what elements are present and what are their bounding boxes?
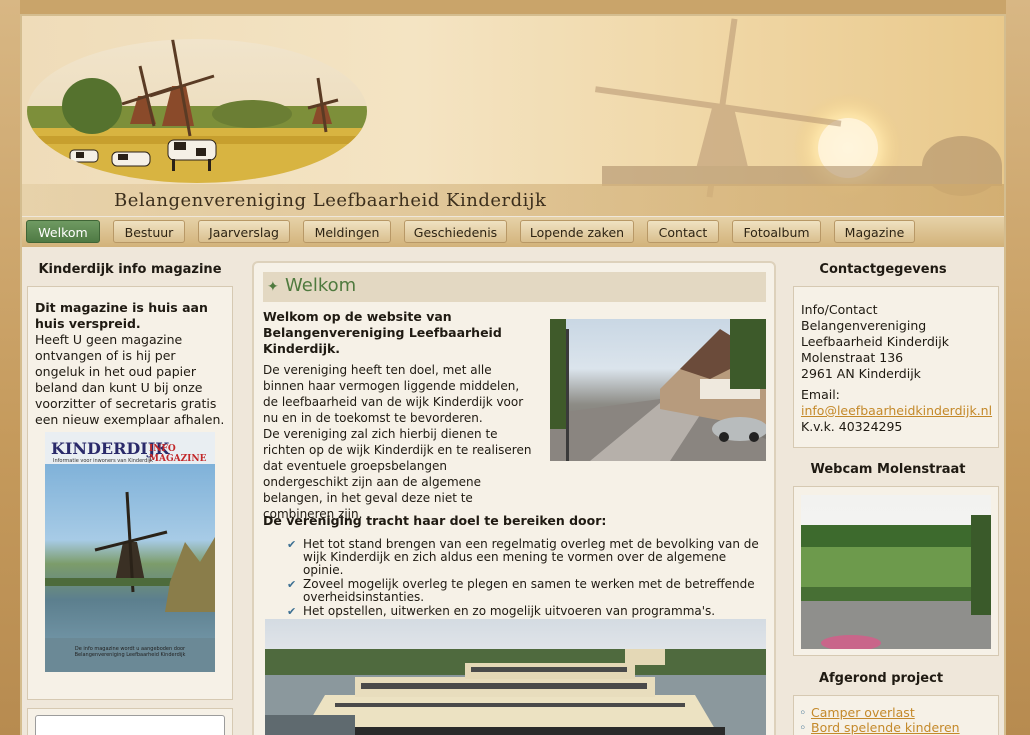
street-photo-graphic [550, 319, 766, 461]
nav-jaarverslag[interactable]: Jaarverslag [198, 220, 290, 243]
project-heading: Afgerond project [818, 671, 944, 686]
street-photo[interactable] [550, 319, 766, 461]
nav-bestuur[interactable]: Bestuur [113, 220, 185, 243]
kvk-number: K.v.k. 40324295 [801, 419, 903, 434]
nav-lopende-zaken[interactable]: Lopende zaken [520, 220, 634, 243]
magazine-text: Heeft U geen magazine ontvangen of is hi… [35, 332, 225, 427]
welcome-intro: Welkom op de website van Belangenverenig… [263, 309, 502, 356]
nav-magazine[interactable]: Magazine [834, 220, 915, 243]
project-link-camper[interactable]: Camper overlast [811, 705, 915, 720]
nav-meldingen[interactable]: Meldingen [303, 220, 391, 243]
contact-line: Leefbaarheid Kinderdijk [801, 334, 949, 349]
email-link[interactable]: info@leefbaarheidkinderdijk.nl [801, 403, 992, 419]
contact-line: Info/Contact [801, 302, 878, 317]
cover-footer: De info magazine wordt u aangeboden door… [74, 646, 186, 658]
nav-geschiedenis[interactable]: Geschiedenis [404, 220, 507, 243]
right-backdrop [1006, 0, 1030, 735]
list-item: ✔ Het tot stand brengen van een regelmati… [287, 537, 759, 577]
magazine-lead: Dit magazine is huis aan huis verspreid. [35, 300, 208, 331]
magazine-box: Dit magazine is huis aan huis verspreid.… [27, 286, 233, 700]
nav-fotoalbum[interactable]: Fotoalbum [732, 220, 821, 243]
main-content: ✦ Welkom Welkom op de website van Belang… [252, 261, 776, 735]
welkom-title-bar: ✦ Welkom [263, 272, 766, 302]
list-item: ✔ Het opstellen, uitwerken en zo mogelijk… [287, 604, 716, 619]
bullet-icon: ◦ [799, 720, 807, 735]
goal-paragraph: De vereniging heeft ten doel, met alle b… [263, 363, 524, 425]
contact-line: Belangenvereniging [801, 318, 927, 333]
list-item: ✔ Zoveel mogelijk overleg te plegen en sa… [287, 577, 755, 604]
focus-paragraph: De vereniging zal zich hierbij dienen te… [263, 427, 532, 521]
page-container: Belangenvereniging Leefbaarheid Kinderdi… [20, 14, 1006, 735]
checkmark-icon: ✔ [287, 538, 297, 551]
contact-heading: Contactgegevens [819, 262, 947, 277]
webcam-image[interactable] [801, 495, 991, 649]
nav-contact[interactable]: Contact [647, 220, 719, 243]
bullet-icon: ◦ [799, 705, 807, 720]
boat-photo-graphic [265, 649, 766, 735]
site-title: Belangenvereniging Leefbaarheid Kinderdi… [114, 190, 547, 211]
contact-box: Info/Contact Belangenvereniging Leefbaar… [793, 286, 999, 448]
contact-line: 2961 AN Kinderdijk [801, 366, 921, 381]
webcam-box [793, 486, 999, 656]
site-header: Belangenvereniging Leefbaarheid Kinderdi… [22, 16, 1004, 216]
nav-welkom[interactable]: Welkom [26, 220, 100, 243]
left-backdrop [0, 0, 20, 735]
email-label: Email: [801, 387, 840, 402]
search-input[interactable] [35, 715, 225, 735]
cover-windmill-graphic [45, 491, 215, 672]
contact-line: Molenstraat 136 [801, 350, 904, 365]
magazine-heading: Kinderdijk info magazine [38, 262, 222, 277]
goal-heading: De vereniging tracht haar doel te bereik… [263, 513, 607, 528]
project-link-bord[interactable]: Bord spelende kinderen [811, 720, 960, 735]
main-navigation: Welkom Bestuur Jaarverslag Meldingen Ges… [22, 217, 1004, 247]
project-box: ◦ Camper overlast ◦ Bord spelende kinder… [793, 695, 999, 735]
checkmark-icon: ✔ [287, 578, 297, 591]
checkmark-icon: ✔ [287, 605, 297, 618]
webcam-image-graphic [801, 515, 991, 649]
boat-photo[interactable] [265, 619, 766, 735]
magazine-cover-image[interactable]: KINDERDIJK INFO MAGAZINE Informatie voor… [45, 432, 215, 672]
webcam-heading: Webcam Molenstraat [810, 462, 966, 477]
page-title: Welkom [285, 275, 357, 296]
search-box [27, 708, 233, 735]
windmill-icon: ✦ [267, 279, 279, 295]
goals-list: ✔ Het tot stand brengen van een regelmati… [287, 538, 767, 619]
